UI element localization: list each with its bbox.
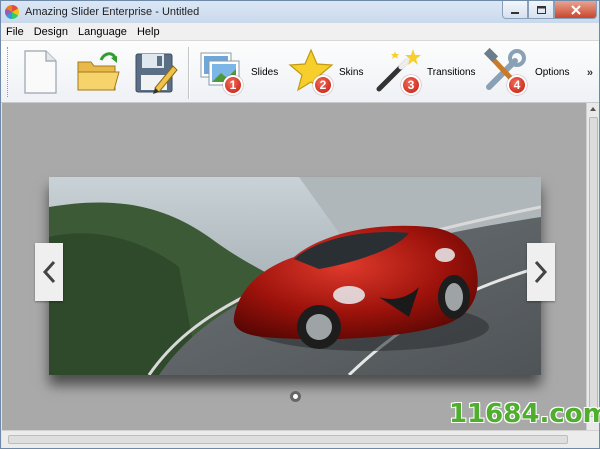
toolbar-overflow-button[interactable]: » (587, 67, 593, 79)
slider-bullet[interactable] (290, 391, 301, 402)
app-logo-icon (5, 5, 19, 19)
menu-design[interactable]: Design (29, 26, 73, 38)
scroll-up-arrow-icon[interactable] (590, 107, 596, 111)
slider-preview (49, 177, 541, 375)
vertical-scrollbar[interactable] (586, 103, 599, 430)
badge-2: 2 (313, 75, 333, 95)
menu-file[interactable]: File (1, 26, 29, 38)
minimize-icon (511, 11, 519, 14)
horizontal-scroll-thumb[interactable] (8, 435, 568, 444)
horizontal-scrollbar[interactable] (2, 430, 599, 448)
save-disk-icon (135, 53, 178, 94)
menu-language[interactable]: Language (73, 26, 132, 38)
chevron-left-icon (42, 260, 56, 284)
toolbar-separator (188, 47, 190, 99)
slides-label: Slides (251, 66, 279, 78)
open-folder-icon (77, 52, 120, 91)
save-project-button[interactable] (133, 45, 179, 99)
toolbar: 1 Slides 2 Skins 3 Transitions 4 Options… (1, 41, 599, 103)
options-icon: 4 (481, 47, 533, 97)
close-button[interactable] (554, 1, 597, 19)
transitions-label: Transitions (427, 66, 476, 78)
slides-icon: 1 (197, 47, 249, 97)
slides-button[interactable]: 1 Slides (197, 45, 278, 99)
window-controls (502, 1, 597, 19)
new-project-button[interactable] (19, 45, 61, 99)
badge-1: 1 (223, 75, 243, 95)
badge-3: 3 (401, 75, 421, 95)
slider-prev-arrow[interactable] (35, 243, 63, 301)
options-label: Options (535, 66, 570, 78)
chevron-right-icon (534, 260, 548, 284)
slider-next-arrow[interactable] (527, 243, 555, 301)
skins-label: Skins (339, 66, 364, 78)
badge-4: 4 (507, 75, 527, 95)
menu-bar: File Design Language Help (1, 23, 599, 41)
minimize-button[interactable] (502, 1, 528, 19)
vertical-scroll-thumb[interactable] (589, 117, 598, 417)
maximize-button[interactable] (528, 1, 554, 19)
menu-help[interactable]: Help (132, 26, 165, 38)
app-window: Amazing Slider Enterprise - Untitled Fil… (0, 0, 600, 449)
options-button[interactable]: 4 Options (481, 45, 569, 99)
window-title: Amazing Slider Enterprise - Untitled (25, 6, 200, 18)
toolbar-grip[interactable] (7, 47, 11, 97)
transitions-icon: 3 (373, 47, 425, 97)
car-slide-image (49, 177, 541, 375)
title-bar: Amazing Slider Enterprise - Untitled (1, 1, 599, 23)
maximize-icon (536, 5, 546, 14)
site-watermark: 11684.com (449, 399, 600, 429)
new-document-icon (24, 50, 57, 94)
skins-button[interactable]: 2 Skins (287, 45, 363, 99)
skins-icon: 2 (287, 47, 337, 97)
transitions-button[interactable]: 3 Transitions (373, 45, 476, 99)
close-icon (570, 4, 581, 15)
open-project-button[interactable] (75, 45, 123, 99)
